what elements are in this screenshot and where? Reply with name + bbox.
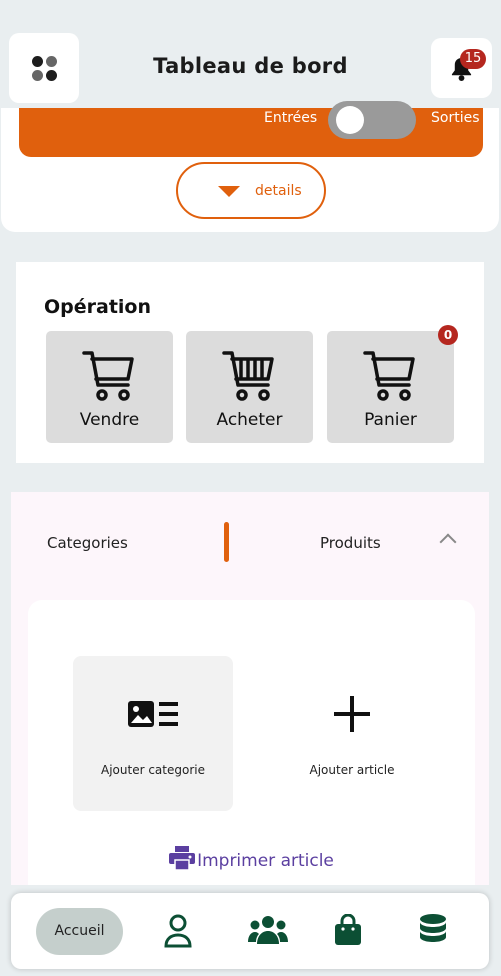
- buy-label: Acheter: [216, 410, 283, 430]
- add-category-label: Ajouter categorie: [101, 763, 205, 777]
- cart-full-icon: [222, 351, 274, 401]
- bottom-navigation: Accueil: [11, 893, 489, 969]
- chevron-up-icon[interactable]: [439, 533, 457, 551]
- tab-products[interactable]: Produits: [320, 534, 381, 552]
- cart-count-badge: 0: [438, 325, 458, 345]
- page-title: Tableau de bord: [153, 54, 348, 78]
- add-category-button[interactable]: Ajouter categorie: [73, 656, 233, 811]
- toggle-right-label: Sorties: [431, 110, 480, 126]
- balance-band: Entrées Sorties: [19, 101, 483, 157]
- print-article-button[interactable]: Imprimer article: [28, 846, 475, 871]
- catalog-actions-panel: Ajouter categorie Ajouter article Imprim…: [28, 600, 475, 885]
- app-header: Tableau de bord 15: [0, 0, 501, 108]
- image-list-icon: [128, 701, 178, 727]
- cart-icon: [82, 351, 134, 401]
- user-icon[interactable]: [164, 914, 192, 948]
- details-label: details: [255, 183, 302, 199]
- sell-tile[interactable]: Vendre: [46, 331, 173, 443]
- plus-icon: [334, 696, 370, 732]
- summary-card: Entrées Sorties details: [1, 101, 499, 232]
- users-icon[interactable]: [248, 914, 288, 946]
- shopping-bag-icon[interactable]: [334, 914, 362, 946]
- sell-label: Vendre: [79, 410, 140, 430]
- database-icon[interactable]: [419, 914, 447, 946]
- add-article-button[interactable]: Ajouter article: [272, 656, 432, 811]
- entries-exits-toggle[interactable]: [328, 101, 416, 139]
- toggle-knob: [336, 106, 364, 134]
- cart-icon: [363, 351, 415, 401]
- operation-card: Opération Vendre Acheter Panier 0: [16, 262, 484, 463]
- caret-down-icon: [218, 186, 240, 197]
- print-article-label: Imprimer article: [197, 851, 334, 871]
- catalog-card: Categories Produits Ajouter categorie Aj…: [11, 492, 489, 885]
- tab-divider: [224, 522, 229, 562]
- printer-icon: [169, 846, 196, 871]
- add-article-label: Ajouter article: [309, 763, 395, 777]
- basket-label: Panier: [364, 410, 417, 430]
- operation-title: Opération: [44, 296, 152, 318]
- notification-badge: 15: [460, 49, 486, 69]
- tab-categories[interactable]: Categories: [47, 534, 128, 552]
- details-button[interactable]: details: [176, 162, 326, 219]
- nav-home[interactable]: Accueil: [36, 908, 123, 955]
- basket-tile[interactable]: Panier: [327, 331, 454, 443]
- notifications-button[interactable]: 15: [431, 38, 492, 98]
- toggle-left-label: Entrées: [264, 110, 318, 126]
- buy-tile[interactable]: Acheter: [186, 331, 313, 443]
